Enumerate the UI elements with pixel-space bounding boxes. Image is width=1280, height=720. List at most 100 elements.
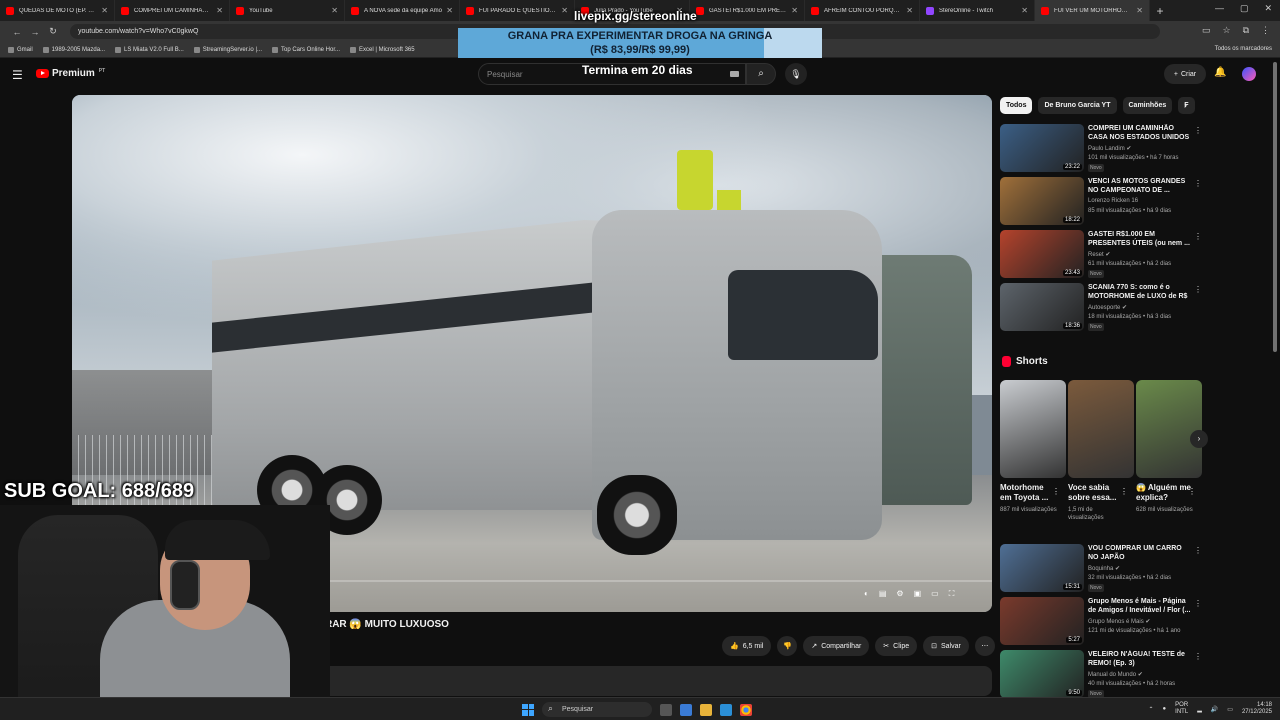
short-title[interactable]: Motorhome em Toyota ... <box>1000 483 1056 503</box>
short-thumbnail[interactable] <box>1000 380 1066 478</box>
more-options-icon[interactable]: ⋮ <box>1194 232 1202 241</box>
cast-icon[interactable]: ▭ <box>1202 25 1211 36</box>
channel-name[interactable]: Manual do Mundo ✔ <box>1088 671 1143 678</box>
create-button[interactable]: + Criar <box>1164 64 1206 84</box>
dislike-button[interactable]: 👎 <box>777 636 798 656</box>
search-button[interactable]: ⌕ <box>746 63 776 85</box>
subtitles-icon[interactable]: ▤ <box>879 589 887 599</box>
recommended-video[interactable]: 15:31 VOU COMPRAR UM CARRO NO JAPÃO Boquin… <box>1000 544 1202 594</box>
short-item[interactable]: 😱 Alguém me explica? 628 mil visualizaçõe… <box>1136 380 1202 514</box>
bookmark-item[interactable]: LS Miata V2.0 Full B... <box>115 46 184 53</box>
browser-tab[interactable]: FUI VER UM MOTORHOME D ✕ <box>1035 0 1150 21</box>
more-options-icon[interactable]: ⋮ <box>1052 487 1060 496</box>
fullscreen-icon[interactable]: ⛶ <box>949 589 955 599</box>
autoplay-toggle-icon[interactable]: ◐ <box>864 589 869 599</box>
extensions-icon[interactable]: ⧉ <box>1243 25 1249 36</box>
recommended-video[interactable]: 23:43 GASTEI R$1.000 EM PRESENTES ÚTEIS (… <box>1000 230 1202 280</box>
back-icon[interactable]: ← <box>8 27 26 37</box>
minimize-icon[interactable]: — <box>1215 3 1224 14</box>
short-title[interactable]: Voce sabia sobre essa... <box>1068 483 1124 503</box>
volume-icon[interactable]: 🔊 <box>1211 706 1218 713</box>
language-indicator[interactable]: POR INTL <box>1175 702 1188 716</box>
channel-name[interactable]: Lorenzo Ricken 16 <box>1088 198 1138 204</box>
bookmark-item[interactable]: StreamingServer.io |... <box>193 46 262 53</box>
bookmark-star-icon[interactable]: ☆ <box>1222 25 1230 36</box>
tray-chevron-icon[interactable]: ⌃ <box>1149 706 1154 713</box>
browser-tab[interactable]: FUI PARADO E QUESTIONADO ✕ <box>460 0 575 21</box>
keyboard-icon[interactable] <box>730 71 739 77</box>
more-options-icon[interactable]: ⋮ <box>1194 126 1202 135</box>
like-button[interactable]: 👍 6,5 mil <box>722 636 772 656</box>
shorts-next-button[interactable]: › <box>1190 430 1208 448</box>
hamburger-menu-icon[interactable]: ☰ <box>12 68 23 82</box>
video-thumbnail[interactable]: 5:27 <box>1000 597 1084 645</box>
more-options-icon[interactable]: ⋮ <box>1194 285 1202 294</box>
close-tab-icon[interactable]: ✕ <box>1136 6 1143 15</box>
battery-icon[interactable]: ▭ <box>1227 706 1233 713</box>
video-thumbnail[interactable]: 9:50 <box>1000 650 1084 698</box>
file-explorer-icon[interactable] <box>700 703 712 716</box>
close-tab-icon[interactable]: ✕ <box>561 6 568 15</box>
more-options-icon[interactable]: ⋮ <box>1194 599 1202 608</box>
more-options-icon[interactable]: ⋮ <box>1194 652 1202 661</box>
settings-gear-icon[interactable]: ⚙ <box>896 589 903 599</box>
filter-chip[interactable]: Todos <box>1000 97 1033 114</box>
browser-tab[interactable]: A NOVA sede da equipe Amo ✕ <box>345 0 460 21</box>
channel-name[interactable]: Paulo Landim ✔ <box>1088 145 1131 152</box>
video-title[interactable]: VELEIRO N'ÁGUA! TESTE de REMO! (Ep. 3) <box>1088 650 1192 668</box>
clip-button[interactable]: ✂ Clipe <box>875 636 918 656</box>
bookmark-item[interactable]: Gmail <box>8 46 33 53</box>
youtube-logo[interactable]: Premium PT <box>36 68 105 79</box>
browser-tab[interactable]: GASTEI R$1.000 EM PRESENTE ✕ <box>690 0 805 21</box>
description-box[interactable] <box>300 666 992 696</box>
miniplayer-icon[interactable]: ▣ <box>914 589 922 599</box>
close-tab-icon[interactable]: ✕ <box>446 6 453 15</box>
new-tab-icon[interactable]: + <box>1150 4 1170 18</box>
more-options-icon[interactable]: ⋮ <box>1120 487 1128 496</box>
channel-name[interactable]: Autoesporte ✔ <box>1088 304 1127 311</box>
bookmark-item[interactable]: Excel | Microsoft 365 <box>350 46 415 53</box>
video-thumbnail[interactable]: 23:43 <box>1000 230 1084 278</box>
video-title[interactable]: VENCI AS MOTOS GRANDES NO CAMPEONATO DE … <box>1088 177 1192 195</box>
theater-mode-icon[interactable]: ▭ <box>931 589 939 599</box>
close-window-icon[interactable]: ✕ <box>1264 3 1272 14</box>
short-thumbnail[interactable] <box>1068 380 1134 478</box>
network-icon[interactable]: ▂ <box>1197 706 1202 713</box>
chrome-icon[interactable] <box>740 703 752 716</box>
short-item[interactable]: Motorhome em Toyota ... 887 mil visualiza… <box>1000 380 1066 514</box>
notifications-bell-icon[interactable]: 🔔 <box>1214 67 1226 78</box>
more-options-icon[interactable]: ⋮ <box>1194 179 1202 188</box>
channel-name[interactable]: Reset ✔ <box>1088 251 1110 258</box>
channel-name[interactable]: Grupo Menos é Mais ✔ <box>1088 618 1150 625</box>
recommended-video[interactable]: 5:27 Grupo Menos é Mais - Página de Amigo… <box>1000 597 1202 647</box>
menu-dots-icon[interactable]: ⋮ <box>1261 25 1270 36</box>
filter-chip[interactable]: De Bruno Garcia YT <box>1038 97 1117 114</box>
video-thumbnail[interactable]: 15:31 <box>1000 544 1084 592</box>
close-tab-icon[interactable]: ✕ <box>791 6 798 15</box>
video-title[interactable]: Grupo Menos é Mais - Página de Amigos / … <box>1088 597 1192 615</box>
copilot-icon[interactable] <box>680 703 692 716</box>
save-button[interactable]: ⊡ Salvar <box>923 636 969 656</box>
all-bookmarks[interactable]: Todos os marcadores <box>1215 46 1272 52</box>
store-icon[interactable] <box>720 703 732 716</box>
avatar[interactable] <box>1242 67 1256 81</box>
tray-app-icon[interactable]: ● <box>1163 706 1167 712</box>
forward-icon[interactable]: → <box>26 27 44 37</box>
reload-icon[interactable]: ↻ <box>44 26 62 37</box>
clock[interactable]: 14:18 27/12/2025 <box>1242 702 1272 716</box>
recommended-video[interactable]: 18:22 VENCI AS MOTOS GRANDES NO CAMPEONAT… <box>1000 177 1202 227</box>
more-options-icon[interactable]: ⋮ <box>1194 546 1202 555</box>
browser-tab[interactable]: COMPREI UM CAMINHÃO CA ✕ <box>115 0 230 21</box>
task-view-icon[interactable] <box>660 703 672 716</box>
close-tab-icon[interactable]: ✕ <box>1021 6 1028 15</box>
close-tab-icon[interactable]: ✕ <box>906 6 913 15</box>
close-tab-icon[interactable]: ✕ <box>216 6 223 15</box>
short-item[interactable]: Voce sabia sobre essa... 1,5 mi de visual… <box>1068 380 1134 522</box>
taskbar-search[interactable]: Pesquisar <box>542 702 652 717</box>
maximize-icon[interactable]: ▢ <box>1240 3 1249 14</box>
close-tab-icon[interactable]: ✕ <box>331 6 338 15</box>
video-thumbnail[interactable]: 18:22 <box>1000 177 1084 225</box>
video-thumbnail[interactable]: 23:22 <box>1000 124 1084 172</box>
browser-tab[interactable]: YouTube ✕ <box>230 0 345 21</box>
scrollbar[interactable] <box>1273 62 1277 352</box>
